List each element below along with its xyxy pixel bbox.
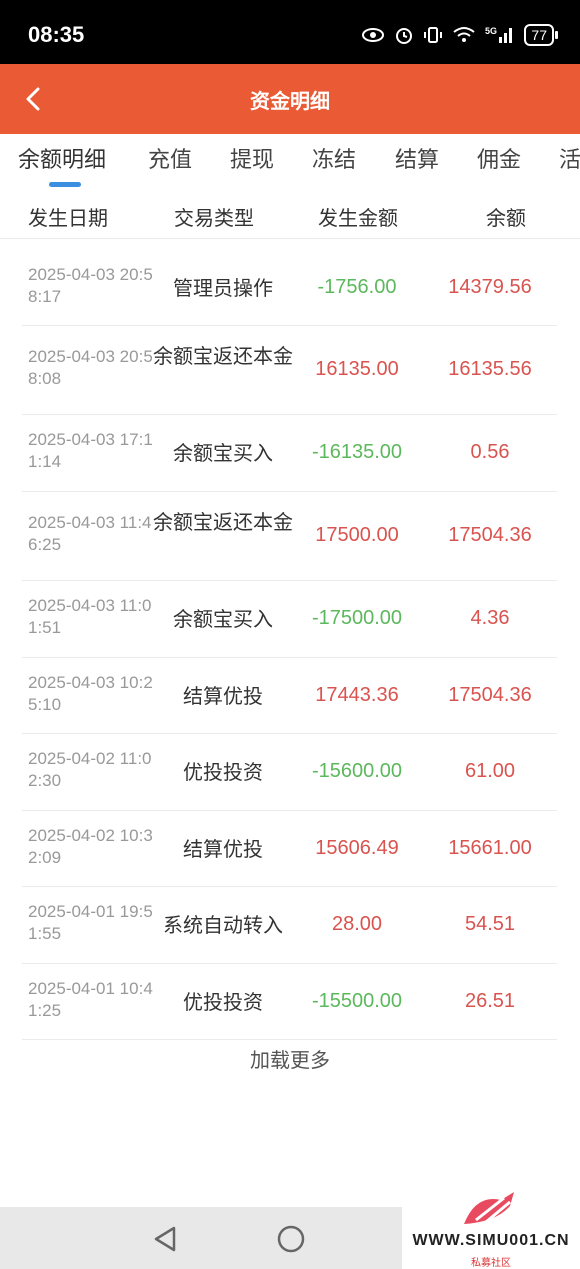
alarm-icon [396,28,413,44]
row-amount: -16135.00 [311,441,403,463]
row-type: 系统自动转入 [163,913,283,937]
status-icons: 5G 77 [361,24,558,46]
tab-balance-detail[interactable]: 余额明细 [18,142,106,174]
row-date: 2025-04-01 19:51:55 [28,902,153,943]
row-amount: 17500.00 [315,524,399,546]
column-header-type: 交易类型 [174,206,254,230]
row-date: 2025-04-03 17:11:14 [28,430,153,471]
row-balance: 14379.56 [448,276,532,298]
row-balance: 26.51 [464,990,516,1012]
tab-recharge[interactable]: 充值 [148,142,192,174]
table-row[interactable]: 2025-04-02 11:02:30 优投投资 -15600.00 61.00 [22,734,557,811]
row-type: 余额宝买入 [173,441,273,465]
row-balance: 4.36 [470,607,510,629]
row-balance: 61.00 [464,760,516,782]
row-type: 余额宝返还本金 [153,344,293,368]
row-date: 2025-04-02 10:32:09 [28,826,153,867]
load-more-button[interactable]: 加载更多 [0,1044,580,1073]
column-header-date: 发生日期 [28,206,108,230]
row-date: 2025-04-03 10:25:10 [28,673,153,714]
row-type: 余额宝买入 [173,607,273,631]
vibrate-icon [424,27,443,43]
row-type: 结算优投 [183,837,263,861]
row-balance: 16135.56 [448,358,532,380]
row-balance: 17504.36 [448,684,532,706]
table-row[interactable]: 2025-04-03 20:58:08 余额宝返还本金 16135.00 161… [22,326,557,415]
row-type: 余额宝返还本金 [153,510,293,534]
row-balance: 54.51 [464,913,516,935]
row-amount: 28.00 [331,913,383,935]
watermark-subtitle: 私募社区 [471,1258,511,1269]
row-amount: -15500.00 [311,990,403,1012]
table-row[interactable]: 2025-04-03 11:46:25 余额宝返还本金 17500.00 175… [22,492,557,581]
tab-bar: 余额明细 充值 提现 冻结 结算 佣金 活 [0,134,580,190]
signal-5g-icon: 5G [485,26,513,43]
watermark-text: WWW.SIMU001.CN [412,1232,570,1249]
tab-commission[interactable]: 佣金 [477,142,521,174]
status-time: 08:35 [28,22,85,47]
table-row[interactable]: 2025-04-03 10:25:10 结算优投 17443.36 17504.… [22,658,557,734]
eye-icon [362,28,385,42]
row-balance: 15661.00 [448,837,532,859]
table-header: 发生日期 交易类型 发生金额 余额 [0,190,580,239]
watermark: WWW.SIMU001.CN 私募社区 [402,1180,580,1269]
row-date: 2025-04-03 11:01:51 [28,596,152,637]
row-amount: -17500.00 [311,607,403,629]
page-title: 资金明细 [250,89,330,113]
row-type: 优投投资 [183,760,263,784]
table-row[interactable]: 2025-04-02 10:32:09 结算优投 15606.49 15661.… [22,811,557,887]
table-row[interactable]: 2025-04-03 17:11:14 余额宝买入 -16135.00 0.56 [22,415,557,492]
column-header-balance: 余额 [486,206,526,230]
row-date: 2025-04-03 20:58:17 [28,265,153,306]
wifi-icon [453,27,476,42]
row-amount: -1756.00 [317,276,397,298]
transaction-list: 2025-04-03 20:58:17 管理员操作 -1756.00 14379… [22,250,557,1040]
row-date: 2025-04-01 10:41:25 [28,979,153,1020]
status-bar: 08:35 5G 77 [0,0,580,64]
circle-home-icon [277,1225,305,1253]
row-balance: 17504.36 [448,524,532,546]
table-row[interactable]: 2025-04-01 10:41:25 优投投资 -15500.00 26.51 [22,964,557,1040]
row-amount: 17443.36 [315,684,399,706]
row-type: 管理员操作 [173,276,273,300]
nav-back-button[interactable] [150,1224,180,1258]
row-date: 2025-04-02 11:02:30 [28,749,152,790]
table-row[interactable]: 2025-04-01 19:51:55 系统自动转入 28.00 54.51 [22,887,557,964]
row-date: 2025-04-03 11:46:25 [28,513,152,554]
row-amount: 16135.00 [315,358,399,380]
row-type: 优投投资 [183,990,263,1014]
app-header: 资金明细 [0,64,580,134]
battery-icon: 77 [524,24,558,46]
table-row[interactable]: 2025-04-03 11:01:51 余额宝买入 -17500.00 4.36 [22,581,557,658]
tab-indicator [49,182,81,187]
tab-frozen[interactable]: 冻结 [312,142,356,174]
row-balance: 0.56 [470,441,510,463]
row-amount: 15606.49 [315,837,399,859]
triangle-back-icon [154,1226,176,1252]
svg-text:5G: 5G [485,26,497,36]
nav-home-button[interactable] [276,1224,306,1258]
row-date: 2025-04-03 20:58:08 [28,347,153,388]
tab-withdraw[interactable]: 提现 [230,142,274,174]
watermark-logo-icon [464,1192,514,1224]
table-row[interactable]: 2025-04-03 20:58:17 管理员操作 -1756.00 14379… [22,250,557,326]
tab-activity[interactable]: 活 [559,142,580,174]
row-type: 结算优投 [183,684,263,708]
column-header-amount: 发生金额 [318,206,398,230]
row-amount: -15600.00 [311,760,403,782]
tab-settlement[interactable]: 结算 [395,142,439,174]
